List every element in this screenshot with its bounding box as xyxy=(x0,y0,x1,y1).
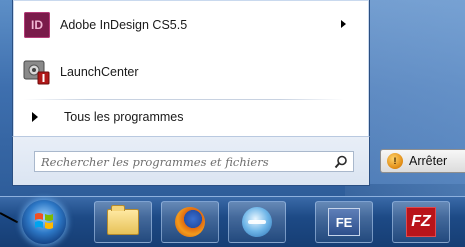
search-area xyxy=(12,136,370,186)
all-programs-label: Tous les programmes xyxy=(64,110,184,124)
launchcenter-icon xyxy=(22,57,52,87)
menu-item-label: LaunchCenter xyxy=(60,65,139,79)
menu-item-launchcenter[interactable]: LaunchCenter xyxy=(22,55,352,89)
indesign-icon: ID xyxy=(22,10,52,40)
taskbar-explorer-button[interactable] xyxy=(94,201,152,243)
windows-logo-icon xyxy=(35,213,53,229)
shutdown-label: Arrêter xyxy=(409,154,448,168)
taskbar-firefox-button[interactable] xyxy=(161,201,219,243)
taskbar-fe-button[interactable]: FE xyxy=(315,201,373,243)
firefox-icon xyxy=(175,207,205,237)
search-icon[interactable] xyxy=(334,155,348,169)
folder-icon xyxy=(107,205,139,235)
search-box[interactable] xyxy=(34,151,354,172)
taskbar-browser-button[interactable] xyxy=(228,201,286,243)
triangle-right-icon xyxy=(32,112,38,122)
taskbar-filezilla-button[interactable]: FZ xyxy=(392,201,450,243)
globe-icon xyxy=(242,207,272,237)
menu-item-indesign[interactable]: ID Adobe InDesign CS5.5 xyxy=(22,8,352,42)
filezilla-icon: FZ xyxy=(406,207,436,237)
shutdown-button[interactable]: ! Arrêter xyxy=(380,149,465,173)
menu-item-label: Adobe InDesign CS5.5 xyxy=(60,18,188,32)
all-programs-button[interactable]: Tous les programmes xyxy=(22,104,352,130)
fe-icon: FE xyxy=(328,208,360,236)
menu-separator xyxy=(24,99,344,100)
search-input[interactable] xyxy=(35,152,337,171)
launchcenter-graphic xyxy=(23,60,50,85)
shield-icon: ! xyxy=(387,153,403,169)
submenu-arrow-icon[interactable] xyxy=(341,20,346,28)
